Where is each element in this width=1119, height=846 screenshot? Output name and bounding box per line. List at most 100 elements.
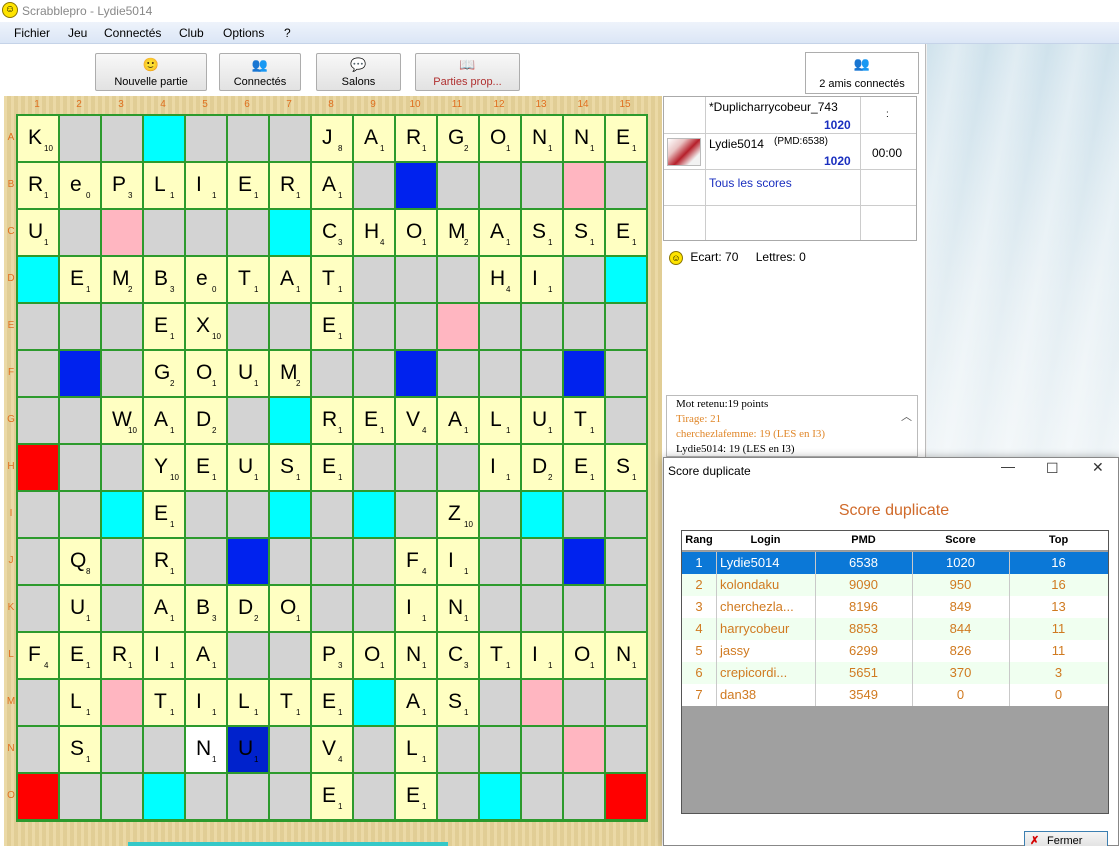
letter-tile[interactable]: V4 xyxy=(395,397,437,444)
letter-tile[interactable]: S1 xyxy=(269,444,311,491)
board-cell[interactable] xyxy=(353,350,395,397)
letter-tile[interactable]: P3 xyxy=(101,162,143,209)
letter-tile[interactable]: L1 xyxy=(143,162,185,209)
board-cell[interactable] xyxy=(59,303,101,350)
letter-tile[interactable]: N1 xyxy=(563,115,605,162)
new-game-button[interactable]: 🙂 Nouvelle partie xyxy=(95,53,207,91)
board-cell[interactable] xyxy=(437,256,479,303)
column-header[interactable]: PMD xyxy=(815,534,912,546)
board-cell[interactable] xyxy=(563,773,605,820)
letter-tile[interactable]: U1 xyxy=(59,585,101,632)
board-cell[interactable] xyxy=(479,162,521,209)
letter-tile[interactable]: M2 xyxy=(101,256,143,303)
letter-tile[interactable]: C3 xyxy=(437,632,479,679)
letter-tile[interactable]: E1 xyxy=(605,209,647,256)
letter-tile[interactable]: B3 xyxy=(185,585,227,632)
letter-tile[interactable]: I1 xyxy=(185,679,227,726)
board-cell[interactable] xyxy=(479,538,521,585)
board-cell[interactable] xyxy=(563,491,605,538)
letter-tile[interactable]: G2 xyxy=(437,115,479,162)
board-cell[interactable] xyxy=(269,726,311,773)
board-cell[interactable] xyxy=(353,585,395,632)
letter-tile[interactable]: T1 xyxy=(311,256,353,303)
board-cell[interactable] xyxy=(437,303,479,350)
board-cell[interactable] xyxy=(185,538,227,585)
letter-tile[interactable]: O1 xyxy=(269,585,311,632)
board-cell[interactable] xyxy=(479,303,521,350)
minimize-icon[interactable]: — xyxy=(1001,458,1015,474)
board-cell[interactable] xyxy=(479,491,521,538)
board-cell[interactable] xyxy=(227,303,269,350)
letter-tile[interactable]: N1 xyxy=(605,632,647,679)
board-cell[interactable] xyxy=(353,538,395,585)
board-cell[interactable] xyxy=(605,679,647,726)
board-cell[interactable] xyxy=(269,773,311,820)
board-cell[interactable] xyxy=(521,773,563,820)
letter-tile[interactable]: T1 xyxy=(269,679,311,726)
table-row[interactable]: 7 dan38 3549 0 0 xyxy=(682,684,1108,706)
board-cell[interactable] xyxy=(353,726,395,773)
board-cell[interactable] xyxy=(143,115,185,162)
board-cell[interactable] xyxy=(101,491,143,538)
table-row[interactable]: 3 cherchezla... 8196 849 13 xyxy=(682,596,1108,618)
letter-tile[interactable]: N1 xyxy=(521,115,563,162)
board-cell[interactable] xyxy=(605,726,647,773)
board-cell[interactable] xyxy=(605,397,647,444)
connected-button[interactable]: 👥 Connectés xyxy=(219,53,301,91)
letter-tile[interactable]: F4 xyxy=(395,538,437,585)
board-cell[interactable] xyxy=(437,350,479,397)
board-cell[interactable] xyxy=(563,726,605,773)
board-cell[interactable] xyxy=(479,679,521,726)
letter-tile[interactable]: U1 xyxy=(17,209,59,256)
column-header[interactable]: Rang xyxy=(682,534,716,546)
board-cell[interactable] xyxy=(479,350,521,397)
letter-tile[interactable]: E1 xyxy=(311,444,353,491)
board-cell[interactable] xyxy=(269,303,311,350)
letter-tile[interactable]: A1 xyxy=(185,632,227,679)
board-cell[interactable] xyxy=(353,773,395,820)
board-cell[interactable] xyxy=(227,773,269,820)
rooms-button[interactable]: 💬 Salons xyxy=(316,53,401,91)
letter-tile[interactable]: E1 xyxy=(185,444,227,491)
letter-tile[interactable]: O1 xyxy=(395,209,437,256)
letter-tile[interactable]: O1 xyxy=(185,350,227,397)
board-cell[interactable] xyxy=(521,538,563,585)
board-cell[interactable] xyxy=(185,115,227,162)
board-cell[interactable] xyxy=(311,350,353,397)
board-cell[interactable] xyxy=(269,209,311,256)
board-cell[interactable] xyxy=(395,444,437,491)
table-row[interactable]: 2 kolondaku 9090 950 16 xyxy=(682,574,1108,596)
letter-tile[interactable]: I1 xyxy=(143,632,185,679)
letter-tile[interactable]: U1 xyxy=(227,444,269,491)
board-cell[interactable] xyxy=(479,773,521,820)
letter-tile[interactable]: R1 xyxy=(311,397,353,444)
board-cell[interactable] xyxy=(395,303,437,350)
letter-tile[interactable]: I1 xyxy=(479,444,521,491)
board-cell[interactable] xyxy=(605,491,647,538)
letter-tile[interactable]: W 10 xyxy=(101,397,143,444)
letter-tile[interactable]: M2 xyxy=(437,209,479,256)
letter-tile[interactable]: E1 xyxy=(605,115,647,162)
letter-tile[interactable]: C3 xyxy=(311,209,353,256)
letter-tile[interactable]: O1 xyxy=(563,632,605,679)
board-cell[interactable] xyxy=(143,726,185,773)
board-cell[interactable] xyxy=(269,491,311,538)
board-cell[interactable] xyxy=(143,209,185,256)
board-cell[interactable] xyxy=(101,726,143,773)
board-cell[interactable] xyxy=(437,773,479,820)
board-cell[interactable] xyxy=(605,303,647,350)
letter-tile[interactable]: N1 xyxy=(437,585,479,632)
letter-tile[interactable]: A1 xyxy=(311,162,353,209)
letter-tile[interactable]: e0 xyxy=(185,256,227,303)
board-cell[interactable] xyxy=(563,350,605,397)
letter-tile[interactable]: I1 xyxy=(437,538,479,585)
board-cell[interactable] xyxy=(563,256,605,303)
board-cell[interactable] xyxy=(269,397,311,444)
board-cell[interactable] xyxy=(353,491,395,538)
letter-tile[interactable]: E1 xyxy=(59,256,101,303)
board-cell[interactable] xyxy=(521,679,563,726)
board-cell[interactable] xyxy=(101,209,143,256)
letter-tile[interactable]: V4 xyxy=(311,726,353,773)
letter-tile[interactable]: I1 xyxy=(395,585,437,632)
board-cell[interactable] xyxy=(101,444,143,491)
